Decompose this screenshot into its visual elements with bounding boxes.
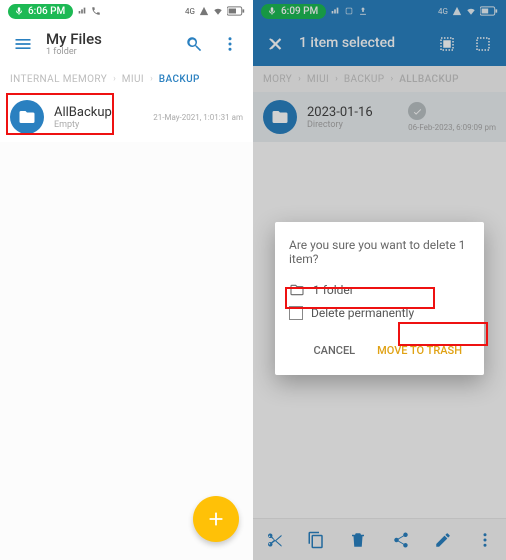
wifi-icon bbox=[466, 6, 476, 16]
crumb-memory[interactable]: MORY bbox=[263, 74, 292, 85]
folder-icon bbox=[263, 100, 297, 134]
signal-label: 4G bbox=[185, 7, 195, 16]
signal-icon bbox=[199, 6, 209, 16]
delete-permanent-label: Delete permanently bbox=[311, 306, 414, 320]
close-icon bbox=[267, 35, 285, 53]
cancel-button[interactable]: CANCEL bbox=[306, 338, 364, 363]
phone-icon bbox=[91, 6, 101, 16]
more-vert-icon bbox=[476, 531, 494, 549]
close-selection-button[interactable] bbox=[263, 31, 289, 57]
crumb-miui[interactable]: MIUI bbox=[307, 74, 329, 85]
signal-label: 4G bbox=[438, 7, 448, 16]
delete-permanent-row[interactable]: Delete permanently bbox=[289, 302, 470, 324]
chevron-right-icon: › bbox=[335, 74, 338, 84]
select-all-icon bbox=[438, 35, 456, 53]
share-button[interactable] bbox=[390, 529, 412, 551]
checkbox-unchecked-icon[interactable] bbox=[289, 306, 303, 320]
copy-button[interactable] bbox=[305, 529, 327, 551]
item-date: 21-May-2021, 1:01:31 am bbox=[153, 113, 243, 122]
cut-button[interactable] bbox=[263, 529, 285, 551]
folder-icon bbox=[10, 100, 44, 134]
status-bar: 6:06 PM 4G bbox=[0, 0, 253, 22]
share-icon bbox=[392, 531, 410, 549]
item-subtitle: Empty bbox=[54, 120, 143, 130]
app-bar: My Files 1 folder bbox=[0, 22, 253, 66]
breadcrumb: MORY › MIUI › BACKUP › ALLBACKUP bbox=[253, 66, 506, 92]
pencil-icon bbox=[434, 531, 452, 549]
recording-indicator: 6:09 PM bbox=[261, 4, 326, 19]
hamburger-icon bbox=[13, 34, 33, 54]
chevron-right-icon: › bbox=[298, 74, 301, 84]
more-vert-icon bbox=[221, 35, 239, 53]
fab-add[interactable] bbox=[193, 496, 239, 542]
page-title: My Files bbox=[46, 31, 171, 48]
dialog-folder-line: 1 folder bbox=[289, 278, 470, 302]
battery-icon bbox=[227, 6, 245, 16]
wifi-icon bbox=[213, 6, 223, 16]
upload-icon bbox=[358, 6, 368, 16]
move-to-trash-button[interactable]: MOVE TO TRASH bbox=[369, 338, 470, 363]
item-title: AllBackup bbox=[54, 105, 143, 120]
chevron-right-icon: › bbox=[113, 74, 116, 84]
signal-icon bbox=[452, 6, 462, 16]
selection-bar: 1 item selected bbox=[253, 22, 506, 66]
action-bar bbox=[253, 518, 506, 560]
breadcrumb: INTERNAL MEMORY › MIUI › BACKUP bbox=[0, 66, 253, 92]
dialog-message: Are you sure you want to delete 1 item? bbox=[289, 238, 470, 266]
cut-icon bbox=[265, 531, 283, 549]
delete-button[interactable] bbox=[347, 529, 369, 551]
select-all-button[interactable] bbox=[434, 31, 460, 57]
plus-icon bbox=[205, 508, 227, 530]
crumb-backup[interactable]: BACKUP bbox=[344, 74, 385, 85]
select-inverse-button[interactable] bbox=[470, 31, 496, 57]
screenshot-icon bbox=[344, 6, 354, 16]
list-item[interactable]: AllBackup Empty 21-May-2021, 1:01:31 am bbox=[0, 92, 253, 142]
page-subtitle: 1 folder bbox=[46, 47, 171, 57]
network-icon bbox=[77, 6, 87, 16]
list-item[interactable]: 2023-01-16 Directory 06-Feb-2023, 6:09:0… bbox=[253, 92, 506, 142]
status-time: 6:06 PM bbox=[28, 6, 65, 17]
item-title: 2023-01-16 bbox=[307, 105, 398, 120]
search-button[interactable] bbox=[181, 31, 207, 57]
chevron-right-icon: › bbox=[150, 74, 153, 84]
delete-dialog: Are you sure you want to delete 1 item? … bbox=[275, 222, 484, 375]
recording-indicator: 6:06 PM bbox=[8, 4, 73, 19]
more-button[interactable] bbox=[217, 31, 243, 57]
battery-icon bbox=[480, 6, 498, 16]
crumb-internal-memory[interactable]: INTERNAL MEMORY bbox=[10, 74, 107, 85]
crumb-allbackup[interactable]: ALLBACKUP bbox=[399, 74, 459, 85]
selected-check-icon bbox=[408, 102, 426, 120]
menu-button[interactable] bbox=[10, 31, 36, 57]
status-time: 6:09 PM bbox=[281, 6, 318, 17]
more-button[interactable] bbox=[474, 529, 496, 551]
folder-outline-icon bbox=[289, 282, 305, 298]
network-icon bbox=[330, 6, 340, 16]
item-subtitle: Directory bbox=[307, 120, 398, 130]
selection-count: 1 item selected bbox=[299, 36, 424, 51]
chevron-right-icon: › bbox=[391, 74, 394, 84]
select-inverse-icon bbox=[474, 35, 492, 53]
item-date: 06-Feb-2023, 6:09:09 pm bbox=[408, 123, 496, 132]
copy-icon bbox=[307, 531, 325, 549]
status-bar: 6:09 PM 4G bbox=[253, 0, 506, 22]
crumb-miui[interactable]: MIUI bbox=[122, 74, 144, 85]
trash-icon bbox=[349, 531, 367, 549]
folder-count: 1 folder bbox=[313, 283, 354, 297]
crumb-backup[interactable]: BACKUP bbox=[159, 74, 200, 85]
edit-button[interactable] bbox=[432, 529, 454, 551]
search-icon bbox=[185, 35, 203, 53]
